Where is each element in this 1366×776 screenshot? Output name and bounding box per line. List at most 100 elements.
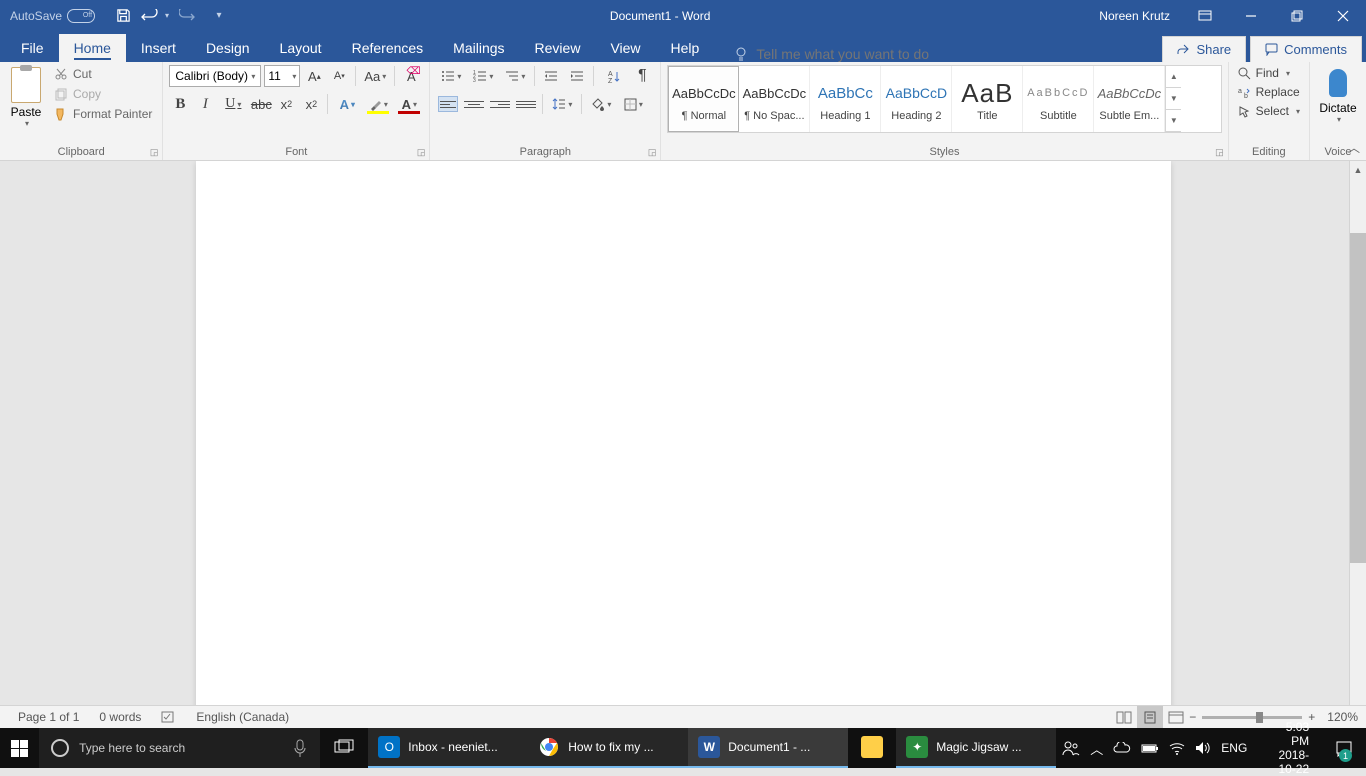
- dictate-button[interactable]: Dictate ▾: [1316, 65, 1360, 124]
- tab-insert[interactable]: Insert: [126, 34, 191, 62]
- minimize-icon[interactable]: [1228, 0, 1274, 31]
- justify-button[interactable]: [514, 93, 538, 115]
- styles-scroll-up-icon[interactable]: ▲: [1166, 66, 1181, 88]
- tab-layout[interactable]: Layout: [265, 34, 337, 62]
- tab-file[interactable]: File: [6, 34, 59, 62]
- style-heading-1[interactable]: AaBbCcHeading 1: [810, 66, 881, 132]
- zoom-slider[interactable]: [1202, 716, 1302, 719]
- font-size-combo[interactable]: 11▾: [264, 65, 300, 87]
- change-case-icon[interactable]: Aa▾: [361, 65, 389, 87]
- close-icon[interactable]: [1320, 0, 1366, 31]
- underline-button[interactable]: U▾: [219, 93, 247, 115]
- paragraph-launcher-icon[interactable]: ◲: [648, 147, 657, 158]
- cut-button[interactable]: Cut: [50, 65, 156, 83]
- taskbar-search[interactable]: Type here to search: [39, 728, 320, 768]
- style-subtitle[interactable]: AaBbCcDSubtitle: [1023, 66, 1094, 132]
- battery-icon[interactable]: [1141, 743, 1159, 754]
- align-left-button[interactable]: [436, 93, 460, 115]
- wifi-icon[interactable]: [1169, 742, 1185, 755]
- format-painter-button[interactable]: Format Painter: [50, 105, 156, 123]
- sort-icon[interactable]: AZ: [598, 65, 628, 87]
- maximize-icon[interactable]: [1274, 0, 1320, 31]
- text-effects-icon[interactable]: A▾: [333, 93, 361, 115]
- spellcheck-icon[interactable]: [151, 710, 186, 724]
- font-launcher-icon[interactable]: ◲: [417, 147, 426, 158]
- vertical-scrollbar[interactable]: ▲: [1349, 161, 1366, 728]
- styles-expand-icon[interactable]: ▼: [1166, 110, 1181, 132]
- style-subtle-emphasis[interactable]: AaBbCcDcSubtle Em...: [1094, 66, 1165, 132]
- redo-icon[interactable]: [173, 0, 201, 31]
- tab-review[interactable]: Review: [520, 34, 596, 62]
- user-name[interactable]: Noreen Krutz: [1087, 9, 1182, 23]
- scroll-thumb[interactable]: [1350, 233, 1366, 563]
- italic-button[interactable]: I: [194, 93, 216, 115]
- paste-button[interactable]: Paste ▾: [6, 65, 46, 128]
- tab-view[interactable]: View: [595, 34, 655, 62]
- tab-home[interactable]: Home: [59, 34, 126, 62]
- select-button[interactable]: Select▾: [1235, 103, 1303, 119]
- style-no-spacing[interactable]: AaBbCcDc¶ No Spac...: [739, 66, 810, 132]
- tab-mailings[interactable]: Mailings: [438, 34, 519, 62]
- ribbon-display-icon[interactable]: [1182, 0, 1228, 31]
- taskbar-app-chrome[interactable]: How to fix my ...: [528, 728, 688, 768]
- taskbar-app-word[interactable]: WDocument1 - ...: [688, 728, 848, 768]
- comments-button[interactable]: Comments: [1250, 36, 1362, 62]
- bullets-icon[interactable]: ▾: [436, 65, 466, 87]
- find-button[interactable]: Find▾: [1235, 65, 1303, 81]
- undo-icon[interactable]: ▾: [141, 0, 169, 31]
- styles-scroll[interactable]: ▲▼▼: [1165, 66, 1181, 132]
- tab-design[interactable]: Design: [191, 34, 265, 62]
- language-indicator[interactable]: English (Canada): [186, 710, 299, 724]
- shading-icon[interactable]: ▾: [586, 93, 616, 115]
- document-page[interactable]: [196, 161, 1171, 728]
- style-title[interactable]: AaBTitle: [952, 66, 1023, 132]
- taskbar-app-explorer[interactable]: [848, 728, 896, 768]
- clear-formatting-icon[interactable]: A⌫: [400, 65, 422, 87]
- tell-me-input[interactable]: [756, 46, 956, 62]
- task-view-icon[interactable]: [320, 728, 368, 768]
- collapse-ribbon-icon[interactable]: ︿: [1348, 139, 1360, 156]
- numbering-icon[interactable]: 123▾: [468, 65, 498, 87]
- superscript-button[interactable]: x2: [300, 93, 322, 115]
- shrink-font-icon[interactable]: A▾: [328, 65, 350, 87]
- people-icon[interactable]: [1062, 740, 1080, 756]
- scroll-up-icon[interactable]: ▲: [1350, 161, 1366, 178]
- grow-font-icon[interactable]: A▴: [303, 65, 325, 87]
- strikethrough-button[interactable]: abc: [250, 93, 272, 115]
- copy-button[interactable]: Copy: [50, 85, 156, 103]
- volume-icon[interactable]: [1195, 741, 1211, 755]
- input-language[interactable]: ENG: [1221, 741, 1247, 755]
- style-normal[interactable]: AaBbCcDc¶ Normal: [668, 66, 739, 132]
- page-indicator[interactable]: Page 1 of 1: [8, 710, 89, 724]
- multilevel-list-icon[interactable]: ▾: [500, 65, 530, 87]
- tab-references[interactable]: References: [337, 34, 439, 62]
- word-count[interactable]: 0 words: [89, 710, 151, 724]
- autosave-toggle[interactable]: AutoSave Off: [0, 9, 103, 23]
- borders-icon[interactable]: ▾: [618, 93, 648, 115]
- tray-chevron-icon[interactable]: ︿: [1090, 739, 1103, 758]
- styles-launcher-icon[interactable]: ◲: [1215, 147, 1224, 158]
- align-right-button[interactable]: [488, 93, 512, 115]
- styles-scroll-down-icon[interactable]: ▼: [1166, 88, 1181, 110]
- line-spacing-icon[interactable]: ▾: [547, 93, 577, 115]
- save-icon[interactable]: [109, 0, 137, 31]
- taskbar-app-jigsaw[interactable]: ✦Magic Jigsaw ...: [896, 728, 1056, 768]
- decrease-indent-icon[interactable]: [539, 65, 563, 87]
- show-marks-icon[interactable]: ¶: [630, 65, 654, 87]
- onedrive-icon[interactable]: [1113, 742, 1131, 754]
- start-button[interactable]: [0, 728, 39, 768]
- subscript-button[interactable]: x2: [275, 93, 297, 115]
- mic-icon[interactable]: [292, 738, 308, 758]
- tab-help[interactable]: Help: [656, 34, 715, 62]
- tell-me-search[interactable]: [734, 46, 956, 62]
- replace-button[interactable]: abReplace: [1235, 84, 1303, 100]
- style-heading-2[interactable]: AaBbCcDHeading 2: [881, 66, 952, 132]
- taskbar-app-outlook[interactable]: OInbox - neeniet...: [368, 728, 528, 768]
- increase-indent-icon[interactable]: [565, 65, 589, 87]
- font-name-combo[interactable]: Calibri (Body)▾: [169, 65, 261, 87]
- action-center-icon[interactable]: 1: [1327, 728, 1360, 768]
- clipboard-launcher-icon[interactable]: ◲: [150, 147, 159, 158]
- font-color-icon[interactable]: A▾: [395, 93, 423, 115]
- align-center-button[interactable]: [462, 93, 486, 115]
- share-button[interactable]: Share: [1162, 36, 1246, 62]
